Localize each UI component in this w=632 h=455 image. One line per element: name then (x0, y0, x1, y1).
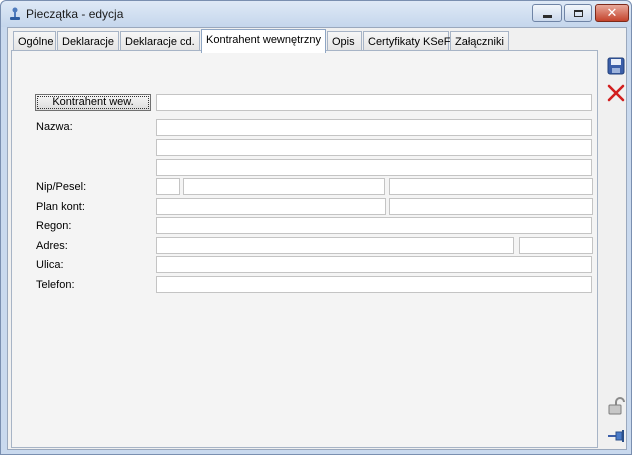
regon-label: Regon: (36, 220, 72, 232)
nazwa-label: Nazwa: (36, 121, 73, 133)
maximize-icon (573, 9, 583, 17)
lock-button[interactable] (605, 396, 627, 418)
adres-miasto-field[interactable] (156, 237, 514, 254)
kontrahent-field[interactable] (156, 94, 592, 111)
telefon-label: Telefon: (36, 279, 75, 291)
regon-field[interactable] (156, 217, 592, 234)
tab-deklaracje-cd[interactable]: Deklaracje cd. (120, 31, 200, 51)
plan-kont-field-2[interactable] (389, 198, 593, 215)
save-button[interactable] (605, 55, 627, 77)
tab-kontrahent-wewnetrzny[interactable]: Kontrahent wewnętrzny (201, 29, 326, 53)
cancel-icon (607, 84, 625, 102)
nip-pesel-label: Nip/Pesel: (36, 181, 87, 193)
nazwa-field-3[interactable] (156, 159, 592, 176)
kontrahent-wew-button[interactable]: Kontrahent wew. (35, 94, 151, 111)
tab-ogolne[interactable]: Ogólne (13, 31, 56, 51)
tab-panel-kontrahent: Kontrahent wew. Nazwa: Nip/Pesel: Plan k… (11, 50, 598, 448)
telefon-field[interactable] (156, 276, 592, 293)
window-title: Pieczątka - edycja (26, 7, 124, 21)
adres-label: Adres: (36, 240, 68, 252)
tab-zalaczniki[interactable]: Załączniki (450, 31, 509, 51)
maximize-button[interactable] (564, 4, 592, 22)
stamp-icon (10, 7, 20, 20)
cancel-button[interactable] (605, 82, 627, 104)
minimize-button[interactable] (532, 4, 562, 22)
dialog-window: Pieczątka - edycja ✕ Ogólne Deklaracje D… (0, 0, 632, 455)
client-area: Ogólne Deklaracje Deklaracje cd. Kontrah… (7, 27, 627, 450)
nip-field[interactable] (183, 178, 385, 195)
pesel-field[interactable] (389, 178, 593, 195)
pin-button[interactable] (605, 425, 627, 447)
tab-deklaracje[interactable]: Deklaracje (57, 31, 119, 51)
nazwa-field-2[interactable] (156, 139, 592, 156)
ulica-field[interactable] (156, 256, 592, 273)
tab-certyfikaty-ksef[interactable]: Certyfikaty KSeF (363, 31, 451, 51)
plan-kont-field-1[interactable] (156, 198, 386, 215)
title-bar[interactable]: Pieczątka - edycja ✕ (1, 1, 631, 27)
close-icon: ✕ (606, 5, 618, 21)
minimize-icon (542, 14, 552, 18)
nip-prefix-field[interactable] (156, 178, 180, 195)
save-icon (607, 57, 625, 75)
unlocked-icon (608, 397, 625, 415)
plan-kont-label: Plan kont: (36, 201, 85, 213)
pin-icon (608, 430, 624, 442)
tab-opis[interactable]: Opis (327, 31, 362, 51)
ulica-label: Ulica: (36, 259, 64, 271)
nazwa-field-1[interactable] (156, 119, 592, 136)
adres-kod-field[interactable] (519, 237, 593, 254)
close-button[interactable]: ✕ (595, 4, 629, 22)
